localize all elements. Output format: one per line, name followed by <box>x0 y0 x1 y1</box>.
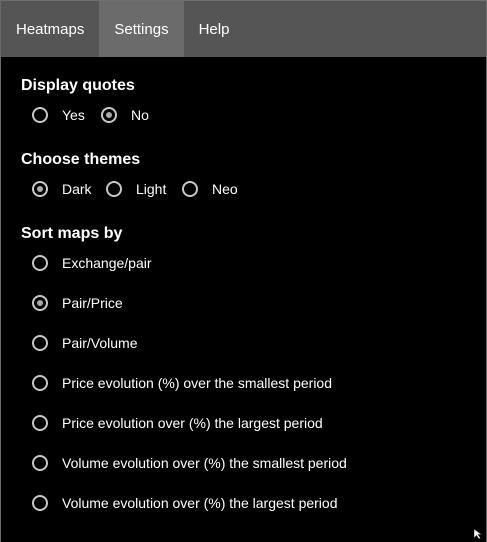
sort-volume-evolution-largest-option[interactable]: Volume evolution over (%) the largest pe… <box>32 495 337 511</box>
sort-pair-price-option[interactable]: Pair/Price <box>32 295 123 311</box>
option-label: Dark <box>62 181 92 197</box>
radio-button[interactable] <box>32 181 48 197</box>
display-quotes-no-option[interactable]: No <box>101 107 149 123</box>
radio-button[interactable] <box>32 107 48 123</box>
radio-button[interactable] <box>32 415 48 431</box>
resize-cursor-icon <box>474 529 482 539</box>
menu-bar: Heatmaps Settings Help <box>1 0 486 57</box>
option-label: No <box>131 107 149 123</box>
choose-themes-title: Choose themes <box>21 151 141 168</box>
radio-button[interactable] <box>32 455 48 471</box>
radio-button[interactable] <box>32 295 48 311</box>
tab-heatmaps[interactable]: Heatmaps <box>1 1 99 57</box>
theme-dark-option[interactable]: Dark <box>32 181 92 197</box>
display-quotes-title: Display quotes <box>21 77 135 94</box>
option-label: Exchange/pair <box>62 255 152 271</box>
sort-exchange-pair-option[interactable]: Exchange/pair <box>32 255 152 271</box>
option-label: Light <box>136 181 167 197</box>
radio-button[interactable] <box>32 335 48 351</box>
sort-volume-evolution-smallest-option[interactable]: Volume evolution over (%) the smallest p… <box>32 455 347 471</box>
radio-button[interactable] <box>101 107 117 123</box>
option-label: Pair/Volume <box>62 335 138 351</box>
sort-pair-volume-option[interactable]: Pair/Volume <box>32 335 137 351</box>
option-label: Price evolution over (%) the largest per… <box>62 415 323 431</box>
option-label: Neo <box>212 181 238 197</box>
radio-button[interactable] <box>32 255 48 271</box>
option-label: Pair/Price <box>62 295 123 311</box>
theme-light-option[interactable]: Light <box>106 181 166 197</box>
radio-button[interactable] <box>32 375 48 391</box>
theme-neo-option[interactable]: Neo <box>182 181 238 197</box>
radio-button[interactable] <box>106 181 122 197</box>
display-quotes-yes-option[interactable]: Yes <box>32 107 85 123</box>
option-label: Price evolution (%) over the smallest pe… <box>62 375 333 391</box>
tab-help[interactable]: Help <box>184 1 245 57</box>
tab-settings[interactable]: Settings <box>99 1 184 57</box>
radio-button[interactable] <box>182 181 198 197</box>
settings-window: Heatmaps Settings Help Display quotes Ye… <box>0 0 487 542</box>
sort-price-evolution-largest-option[interactable]: Price evolution over (%) the largest per… <box>32 415 323 431</box>
option-label: Yes <box>62 107 85 123</box>
radio-button[interactable] <box>32 495 48 511</box>
option-label: Volume evolution over (%) the smallest p… <box>62 455 347 471</box>
option-label: Volume evolution over (%) the largest pe… <box>62 495 338 511</box>
sort-price-evolution-smallest-option[interactable]: Price evolution (%) over the smallest pe… <box>32 375 332 391</box>
sort-maps-title: Sort maps by <box>21 225 123 242</box>
